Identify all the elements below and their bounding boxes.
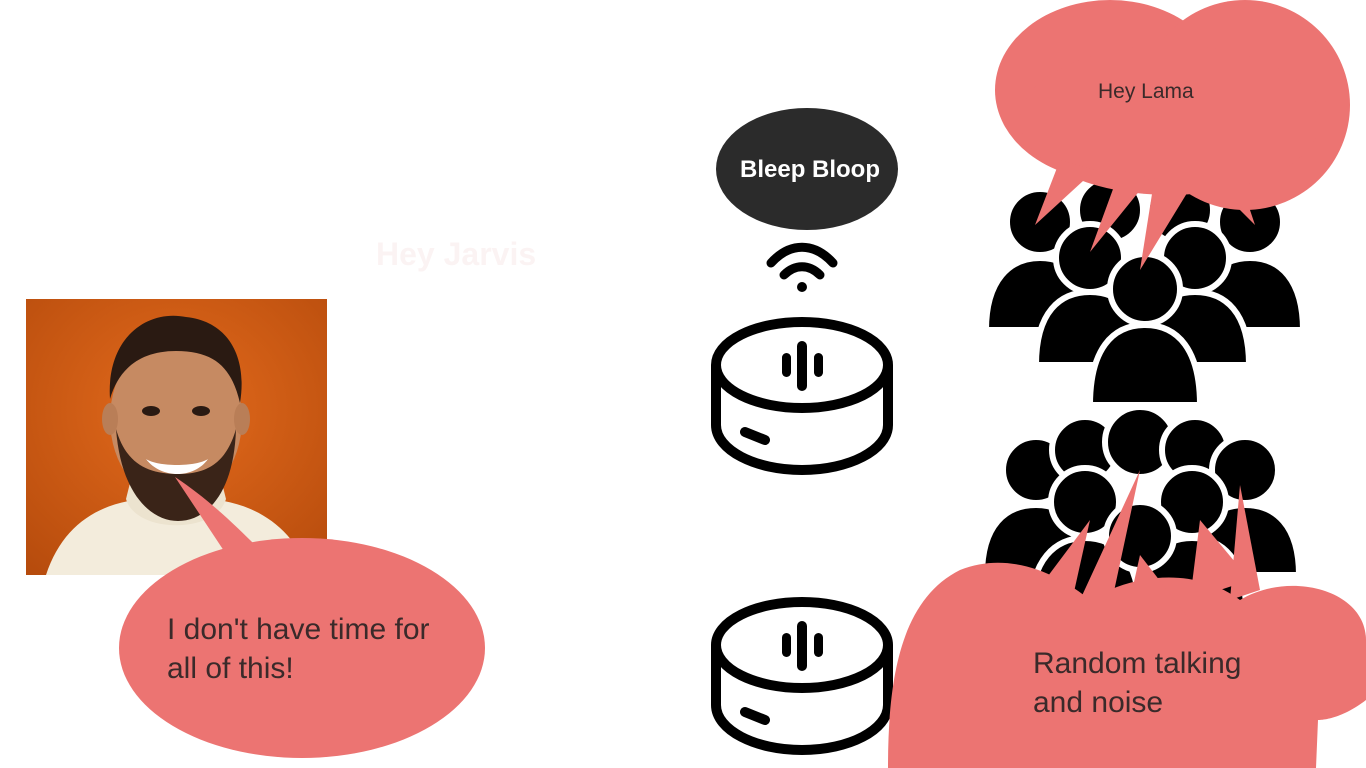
noise-bubble-text: Random talking and noise [1033,644,1241,722]
device-bubble-text: Bleep Bloop [740,156,881,183]
noise-bubble-line2: and noise [1033,686,1164,719]
man-bubble-line1: I don't have time for [167,613,430,646]
man-bubble-line2: all of this! [167,652,294,685]
crowd-icon [982,174,1307,408]
noise-speech-bubble [888,470,1366,768]
speaker-mic-icon [782,621,823,671]
noise-bubble-line1: Random talking [1033,647,1242,680]
speaker-mic-icon [782,341,823,391]
man-bubble-text: I don't have time for all of this! [167,610,430,688]
wifi-signal-icon [766,242,838,292]
slide: Hey Jarvis I don't have time for all of … [0,0,1366,768]
crowd-bubble-text: Hey Lama [1098,80,1194,103]
